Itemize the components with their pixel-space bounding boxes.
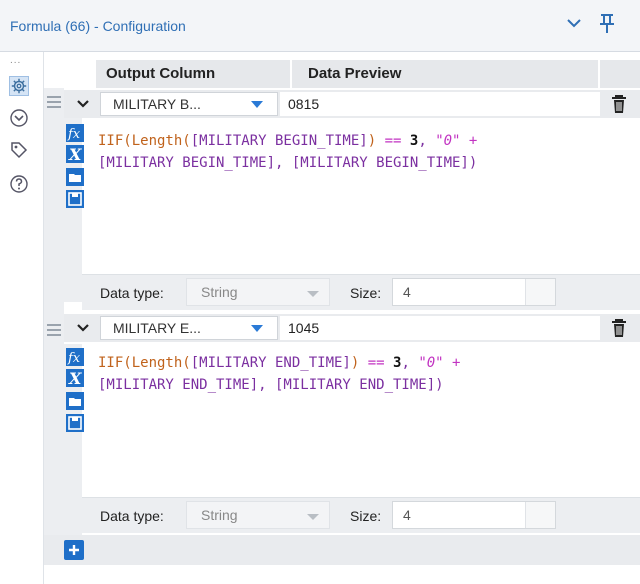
config-sidebar: ... [0, 52, 44, 584]
save-icon[interactable] [66, 414, 84, 432]
row-handle-strip [44, 88, 64, 535]
formula-expression-2[interactable]: IIF(Length([MILITARY END_TIME]) == 3, "0… [98, 352, 618, 396]
data-preview-cell: 0815 [280, 92, 600, 116]
gear-icon[interactable] [9, 76, 29, 96]
drag-handle-icon[interactable] [47, 96, 61, 110]
data-preview-value: 1045 [288, 320, 320, 336]
svg-text:X: X [68, 145, 82, 163]
output-column-value: MILITARY E... [113, 320, 201, 336]
dropdown-arrow-icon [251, 101, 263, 108]
formula-panel: Output Column Data Preview MILITARY B...… [44, 52, 640, 584]
size-label: Size: [350, 508, 382, 524]
drag-handle-icon[interactable] [47, 324, 61, 338]
trash-icon[interactable] [610, 318, 628, 338]
collapse-chevron-icon[interactable] [565, 14, 583, 32]
size-spinner[interactable] [525, 502, 555, 528]
expand-chevron-icon[interactable] [76, 322, 90, 334]
data-type-select[interactable]: String [186, 278, 330, 306]
size-value: 4 [403, 507, 411, 523]
size-label: Size: [350, 285, 382, 301]
function-icon[interactable]: fx [66, 348, 84, 366]
formula-row-header: MILITARY B... 0815 [64, 90, 640, 118]
select-arrow-icon [307, 514, 319, 520]
data-preview-value: 0815 [288, 96, 320, 112]
data-type-label: Data type: [100, 508, 164, 524]
size-stepper[interactable]: 4 [392, 501, 556, 529]
help-icon[interactable] [9, 174, 29, 194]
sidebar-grip: ... [10, 55, 22, 66]
size-stepper[interactable]: 4 [392, 278, 556, 306]
pin-icon[interactable] [597, 13, 617, 35]
variable-icon[interactable]: X [66, 145, 84, 163]
formula-row-header: MILITARY E... 1045 [64, 314, 640, 342]
output-column-value: MILITARY B... [113, 96, 201, 112]
expand-chevron-icon[interactable] [76, 98, 90, 110]
data-type-select[interactable]: String [186, 501, 330, 529]
data-type-row: Data type: String Size: 4 [82, 497, 640, 533]
data-preview-cell: 1045 [280, 316, 600, 340]
window-title: Formula (66) - Configuration [10, 18, 186, 34]
data-preview-header: Data Preview [308, 65, 402, 82]
title-bar: Formula (66) - Configuration [0, 0, 640, 52]
svg-text:fx: fx [67, 351, 81, 366]
output-column-header: Output Column [106, 65, 216, 82]
size-spinner[interactable] [525, 279, 555, 305]
column-header: Output Column Data Preview [44, 60, 640, 88]
data-type-value: String [201, 284, 238, 300]
data-type-label: Data type: [100, 285, 164, 301]
output-column-dropdown[interactable]: MILITARY B... [100, 92, 278, 116]
workflow-icon[interactable] [9, 108, 29, 128]
add-formula-row [44, 535, 640, 565]
add-formula-button[interactable] [64, 540, 84, 560]
data-type-value: String [201, 507, 238, 523]
data-type-row: Data type: String Size: 4 [82, 274, 640, 310]
open-folder-icon[interactable] [66, 168, 84, 186]
trash-icon[interactable] [610, 94, 628, 114]
tag-icon[interactable] [9, 140, 29, 160]
output-column-dropdown[interactable]: MILITARY E... [100, 316, 278, 340]
variable-icon[interactable]: X [66, 369, 84, 387]
dropdown-arrow-icon [251, 325, 263, 332]
save-icon[interactable] [66, 190, 84, 208]
svg-text:X: X [68, 369, 82, 387]
formula-expression-1[interactable]: IIF(Length([MILITARY BEGIN_TIME]) == 3, … [98, 130, 618, 174]
size-value: 4 [403, 284, 411, 300]
tool-strip-1 [64, 116, 82, 302]
svg-text:fx: fx [67, 127, 81, 142]
function-icon[interactable]: fx [66, 124, 84, 142]
select-arrow-icon [307, 291, 319, 297]
open-folder-icon[interactable] [66, 392, 84, 410]
